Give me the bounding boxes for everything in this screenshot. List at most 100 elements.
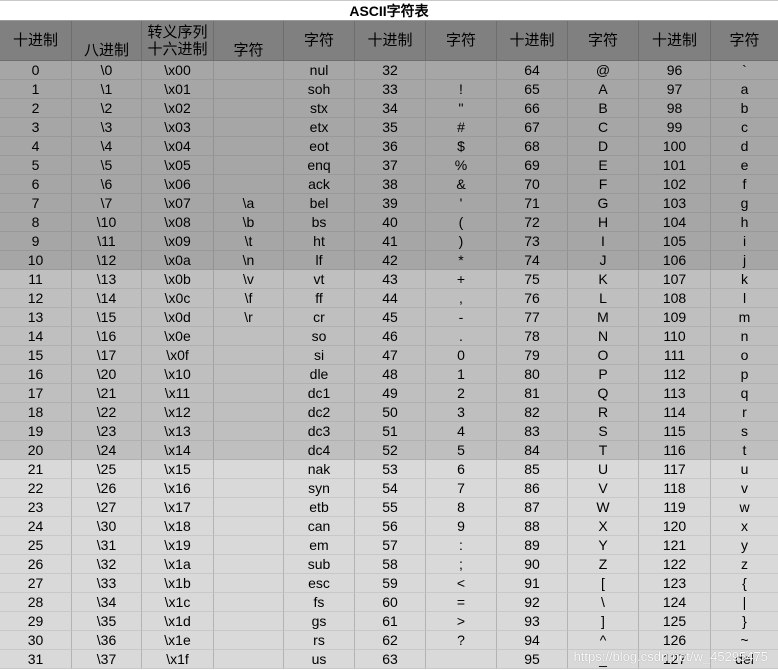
table-cell (214, 593, 284, 612)
table-row: 29 \35 \x1d gs 61 >93] 125} (0, 612, 778, 631)
table-cell: \x15 (142, 460, 214, 479)
table-cell: \34 (72, 593, 142, 612)
table-cell: 51 (355, 422, 426, 441)
table-cell: so (284, 327, 355, 346)
table-cell: g (711, 194, 778, 213)
table-cell: \x00 (142, 61, 214, 80)
table-cell: 1 (0, 80, 72, 99)
table-cell: E (568, 156, 639, 175)
table-cell (214, 99, 284, 118)
table-cell: R (568, 403, 639, 422)
table-row: 10 \12 \x0a \n lf 42 * 74 J 106 j (0, 251, 778, 270)
table-cell (214, 479, 284, 498)
table-cell: \x0d (142, 308, 214, 327)
table-row: 2 \2 \x02 stx 34 " 66 B 98 b (0, 99, 778, 118)
table-cell: 123 (639, 574, 711, 593)
table-cell (214, 80, 284, 99)
table-cell: 121 (639, 536, 711, 555)
table-cell: 76 (497, 289, 568, 308)
table-cell: I (568, 232, 639, 251)
table-cell: \x0e (142, 327, 214, 346)
table-cell: 30 (0, 631, 72, 650)
table-cell: \10 (72, 213, 142, 232)
table-cell: j (711, 251, 778, 270)
table-cell: 28 (0, 593, 72, 612)
table-cell: 101 (639, 156, 711, 175)
table-cell: X (568, 517, 639, 536)
table-cell: ] (568, 612, 639, 631)
table-cell: \27 (72, 498, 142, 517)
table-cell: V (568, 479, 639, 498)
table-cell: " (426, 99, 497, 118)
table-cell: \32 (72, 555, 142, 574)
table-row: 0 \0 \x00 nul 32 64 @96 ` (0, 61, 778, 80)
table-cell: \3 (72, 118, 142, 137)
header-dec2: 十进制 (355, 21, 426, 60)
table-row: 16 \20 \x10 dle 48 1 80 P 112 p (0, 365, 778, 384)
table-cell: b (711, 99, 778, 118)
table-cell: O (568, 346, 639, 365)
table-cell: \x0f (142, 346, 214, 365)
table-cell: 52 (355, 441, 426, 460)
table-cell: bs (284, 213, 355, 232)
table-row: 22 \26 \x16 syn 54 7 86 V 118 v (0, 479, 778, 498)
table-cell: 46 (355, 327, 426, 346)
header-escape-hex: 转义序列 十六进制 (142, 21, 214, 60)
table-cell: dc3 (284, 422, 355, 441)
table-cell: 9 (0, 232, 72, 251)
table-cell: = (426, 593, 497, 612)
table-row: 7 \7 \x07 \a bel 39 ' 71 G 103 g (0, 194, 778, 213)
table-cell: \21 (72, 384, 142, 403)
table-cell: dc1 (284, 384, 355, 403)
table-cell: 67 (497, 118, 568, 137)
table-cell: 39 (355, 194, 426, 213)
table-cell: 104 (639, 213, 711, 232)
table-cell: U (568, 460, 639, 479)
table-row: 6 \6 \x06 ack 38 & 70 F 102 f (0, 175, 778, 194)
table-cell: \b (214, 213, 284, 232)
table-cell: Q (568, 384, 639, 403)
table-cell (214, 441, 284, 460)
table-row: 19 \23 \x13 dc3 51 4 83 S 115 s (0, 422, 778, 441)
table-cell: 20 (0, 441, 72, 460)
table-cell: L (568, 289, 639, 308)
table-cell: \26 (72, 479, 142, 498)
table-cell: f (711, 175, 778, 194)
table-cell: syn (284, 479, 355, 498)
table-cell: \x19 (142, 536, 214, 555)
table-cell (214, 574, 284, 593)
table-cell: cr (284, 308, 355, 327)
table-cell: \x13 (142, 422, 214, 441)
table-cell: 81 (497, 384, 568, 403)
table-cell: 75 (497, 270, 568, 289)
table-cell: esc (284, 574, 355, 593)
table-cell: 58 (355, 555, 426, 574)
table-cell: 117 (639, 460, 711, 479)
table-cell: c (711, 118, 778, 137)
table-cell: 89 (497, 536, 568, 555)
table-row: 20 \24 \x14 dc4 52 5 84 T 116 t (0, 441, 778, 460)
table-cell: e (711, 156, 778, 175)
table-row: 26 \32 \x1a sub 58; 90 Z 122 z (0, 555, 778, 574)
header-char2: 字符 (426, 21, 497, 60)
table-cell: 108 (639, 289, 711, 308)
table-cell: \x0c (142, 289, 214, 308)
table-cell: \x03 (142, 118, 214, 137)
table-cell: 41 (355, 232, 426, 251)
table-cell: \x17 (142, 498, 214, 517)
table-cell (214, 137, 284, 156)
table-cell (214, 365, 284, 384)
table-cell: G (568, 194, 639, 213)
table-row: 3 \3 \x03 etx 35 #67 C 99 c (0, 118, 778, 137)
table-cell: d (711, 137, 778, 156)
table-cell: us (284, 650, 355, 669)
table-cell: 113 (639, 384, 711, 403)
table-cell: 5 (426, 441, 497, 460)
table-cell: 97 (639, 80, 711, 99)
table-cell: \x1d (142, 612, 214, 631)
table-cell: 53 (355, 460, 426, 479)
table-cell: ? (426, 631, 497, 650)
table-cell: \23 (72, 422, 142, 441)
table-cell: 125 (639, 612, 711, 631)
table-row: 11 \13 \x0b \v vt 43 +75 K 107 k (0, 270, 778, 289)
